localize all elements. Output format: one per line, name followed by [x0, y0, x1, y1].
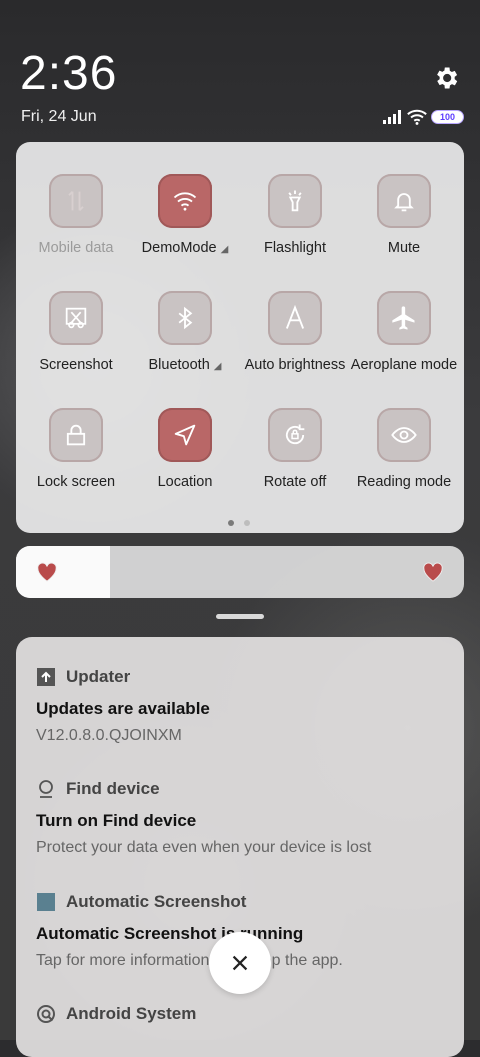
tile-lock-screen[interactable]: Lock screen [21, 408, 131, 490]
tile-aeroplane-mode[interactable]: Aeroplane mode [349, 291, 459, 373]
notification-app: Find device [36, 779, 446, 799]
notification-updater[interactable]: Updater Updates are available V12.0.8.0.… [36, 667, 446, 745]
scissors-icon [49, 291, 103, 345]
notification-app: Updater [36, 667, 446, 687]
clock: 2:36 [20, 47, 118, 100]
upload-icon [37, 668, 55, 686]
tile-label: Auto brightness [244, 357, 346, 373]
expand-arrow-icon: ◢ [220, 244, 229, 255]
tile-rotate-off[interactable]: Rotate off [240, 408, 350, 490]
tile-mute[interactable]: Mute [349, 174, 459, 256]
tile-label: Location [157, 474, 213, 490]
rotate-icon [268, 408, 322, 462]
tile-demomode[interactable]: DemoMode ◢ [130, 174, 240, 256]
tile-label: Flashlight [263, 240, 327, 256]
notification-find-device[interactable]: Find device Turn on Find device Protect … [36, 779, 446, 857]
notification-body: Protect your data even when your device … [36, 839, 372, 856]
tile-bluetooth[interactable]: Bluetooth ◢ [130, 291, 240, 373]
tile-auto-brightness[interactable]: Auto brightness [240, 291, 350, 373]
brightness-fill [16, 546, 111, 598]
heart-icon [423, 562, 443, 582]
quick-settings-panel: Mobile data DemoMode ◢ Flashlight Mute S… [16, 142, 464, 533]
battery-icon: 100 [431, 110, 464, 124]
clear-notifications-button[interactable] [209, 932, 271, 994]
tile-label: Screenshot [39, 357, 113, 373]
page-indicator [228, 520, 250, 526]
notification-app: Android System [36, 1004, 446, 1024]
bluetooth-icon [158, 291, 212, 345]
status-header: 2:36 Fri, 24 Jun 100 [0, 0, 480, 140]
android-system-icon [37, 1005, 55, 1023]
notification-body: V12.0.8.0.QJOINXM [36, 727, 182, 744]
wifi-icon [158, 174, 212, 228]
notification-android-system[interactable]: Android System [36, 1004, 446, 1024]
battery-level: 100 [439, 112, 456, 122]
settings-icon[interactable] [432, 64, 460, 92]
tile-label: Aeroplane mode [350, 357, 458, 373]
tile-label: Mobile data [38, 240, 114, 256]
airplane-icon [377, 291, 431, 345]
auto-brightness-icon [268, 291, 322, 345]
expand-arrow-icon: ◢ [213, 361, 222, 372]
location-pin-icon [39, 780, 53, 798]
mobile-data-icon [49, 174, 103, 228]
drag-handle[interactable] [216, 614, 264, 619]
page-dot-active [228, 520, 234, 526]
wifi-icon [407, 109, 427, 125]
tile-label: Rotate off [263, 474, 327, 490]
tile-screenshot[interactable]: Screenshot [21, 291, 131, 373]
tile-location[interactable]: Location [130, 408, 240, 490]
lock-icon [49, 408, 103, 462]
signal-icon [383, 110, 401, 124]
tile-mobile-data[interactable]: Mobile data [21, 174, 131, 256]
page-dot [244, 520, 250, 526]
date: Fri, 24 Jun [21, 108, 97, 125]
brightness-slider[interactable] [16, 546, 464, 598]
notification-app: Automatic Screenshot [36, 892, 446, 912]
tile-flashlight[interactable]: Flashlight [240, 174, 350, 256]
heart-icon [37, 562, 57, 582]
location-icon [158, 408, 212, 462]
eye-icon [377, 408, 431, 462]
tile-label: Reading mode [356, 474, 452, 490]
tile-label: DemoMode ◢ [141, 240, 229, 256]
close-icon [232, 955, 248, 971]
tile-label: Lock screen [36, 474, 116, 490]
notification-title: Turn on Find device [36, 811, 197, 830]
tile-reading-mode[interactable]: Reading mode [349, 408, 459, 490]
notification-panel: Updater Updates are available V12.0.8.0.… [16, 637, 464, 1057]
tile-label: Bluetooth ◢ [148, 357, 222, 373]
notification-title: Updates are available [36, 699, 210, 718]
bell-icon [377, 174, 431, 228]
flashlight-icon [268, 174, 322, 228]
app-square-icon [37, 893, 55, 911]
tile-label: Mute [387, 240, 421, 256]
